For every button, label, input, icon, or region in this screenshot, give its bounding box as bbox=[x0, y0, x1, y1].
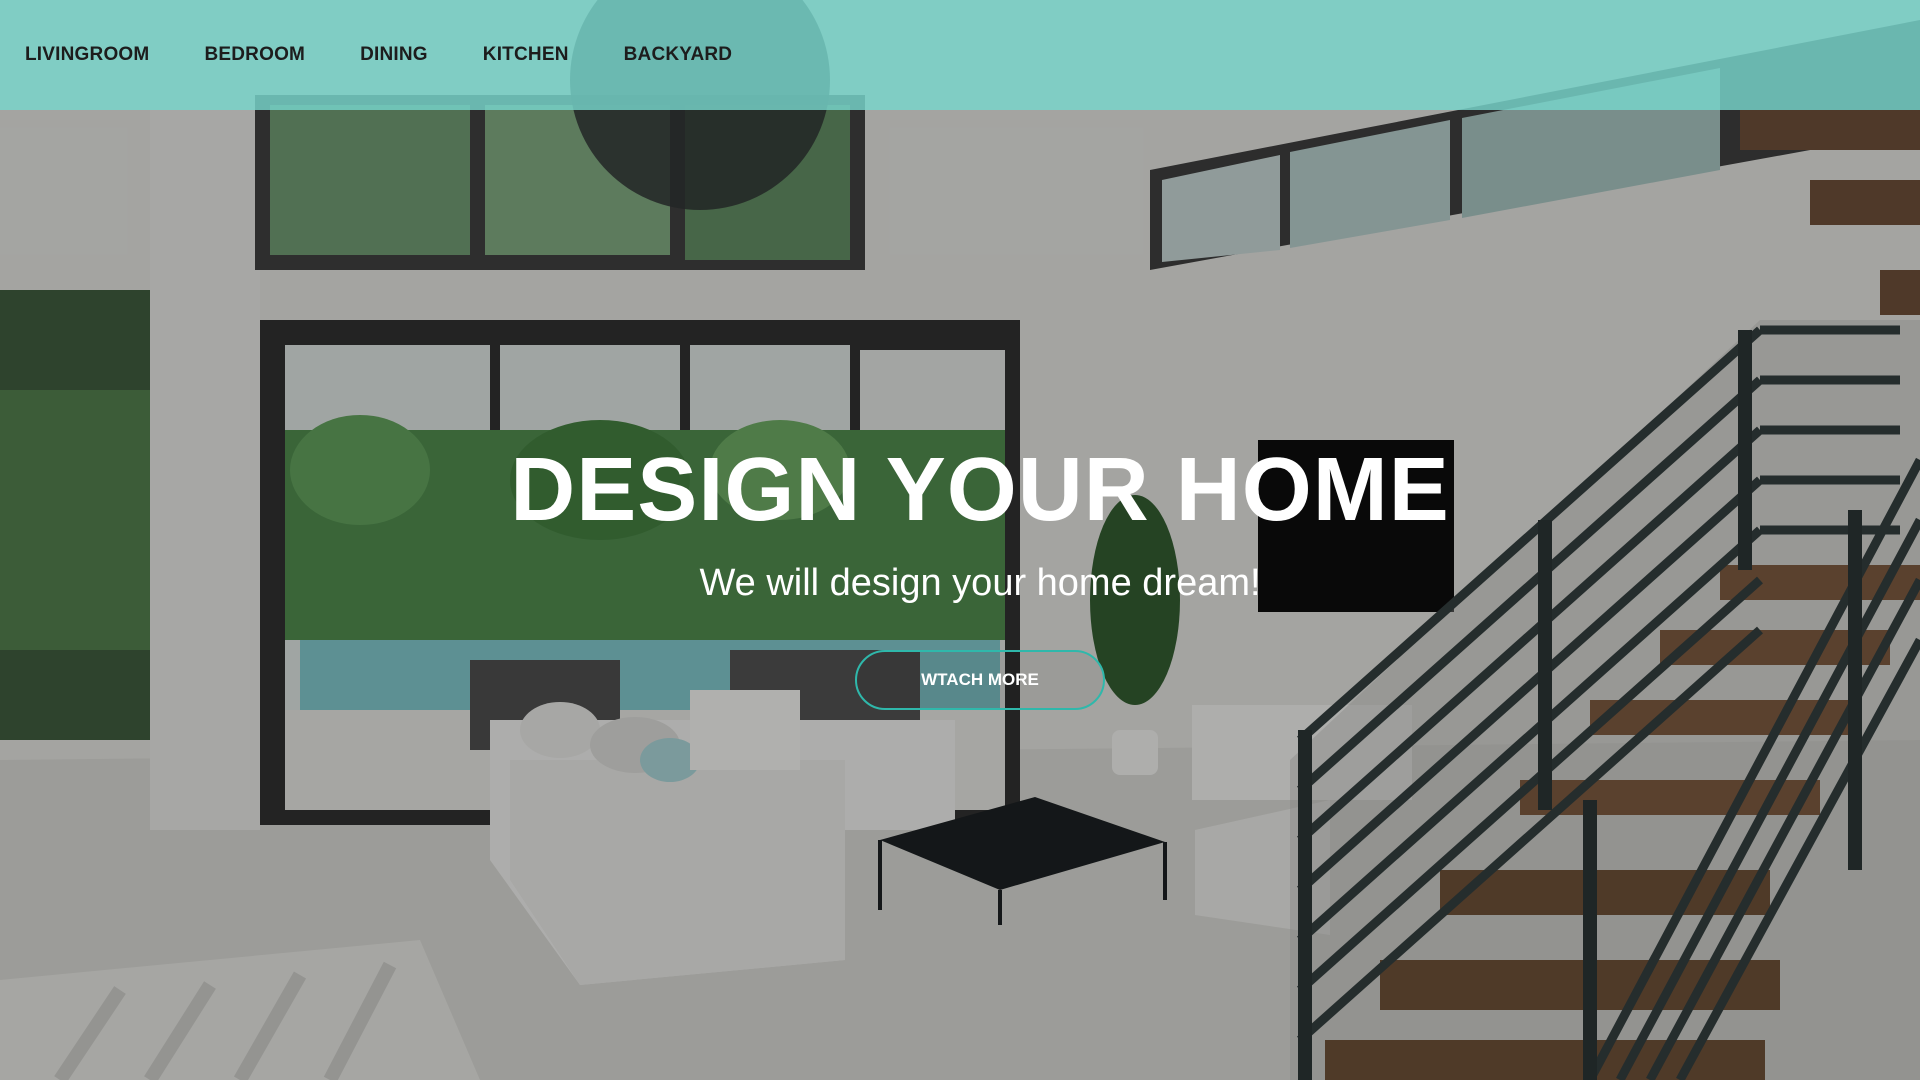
watch-more-button[interactable]: WTACH MORE bbox=[855, 650, 1105, 710]
nav-item-bedroom[interactable]: BEDROOM bbox=[204, 44, 305, 66]
nav-item-backyard[interactable]: BACKYARD bbox=[624, 44, 733, 66]
hero-section: LIVINGROOM BEDROOM DINING KITCHEN BACKYA… bbox=[0, 0, 1920, 1080]
hero-title: DESIGN YOUR HOME bbox=[510, 440, 1450, 540]
nav-item-dining[interactable]: DINING bbox=[360, 44, 428, 66]
hero-subtitle: We will design your home dream! bbox=[699, 562, 1261, 604]
top-navbar: LIVINGROOM BEDROOM DINING KITCHEN BACKYA… bbox=[0, 0, 1920, 110]
hero-content: DESIGN YOUR HOME We will design your hom… bbox=[0, 440, 1920, 710]
nav-item-livingroom[interactable]: LIVINGROOM bbox=[25, 44, 149, 66]
nav-item-kitchen[interactable]: KITCHEN bbox=[483, 44, 569, 66]
